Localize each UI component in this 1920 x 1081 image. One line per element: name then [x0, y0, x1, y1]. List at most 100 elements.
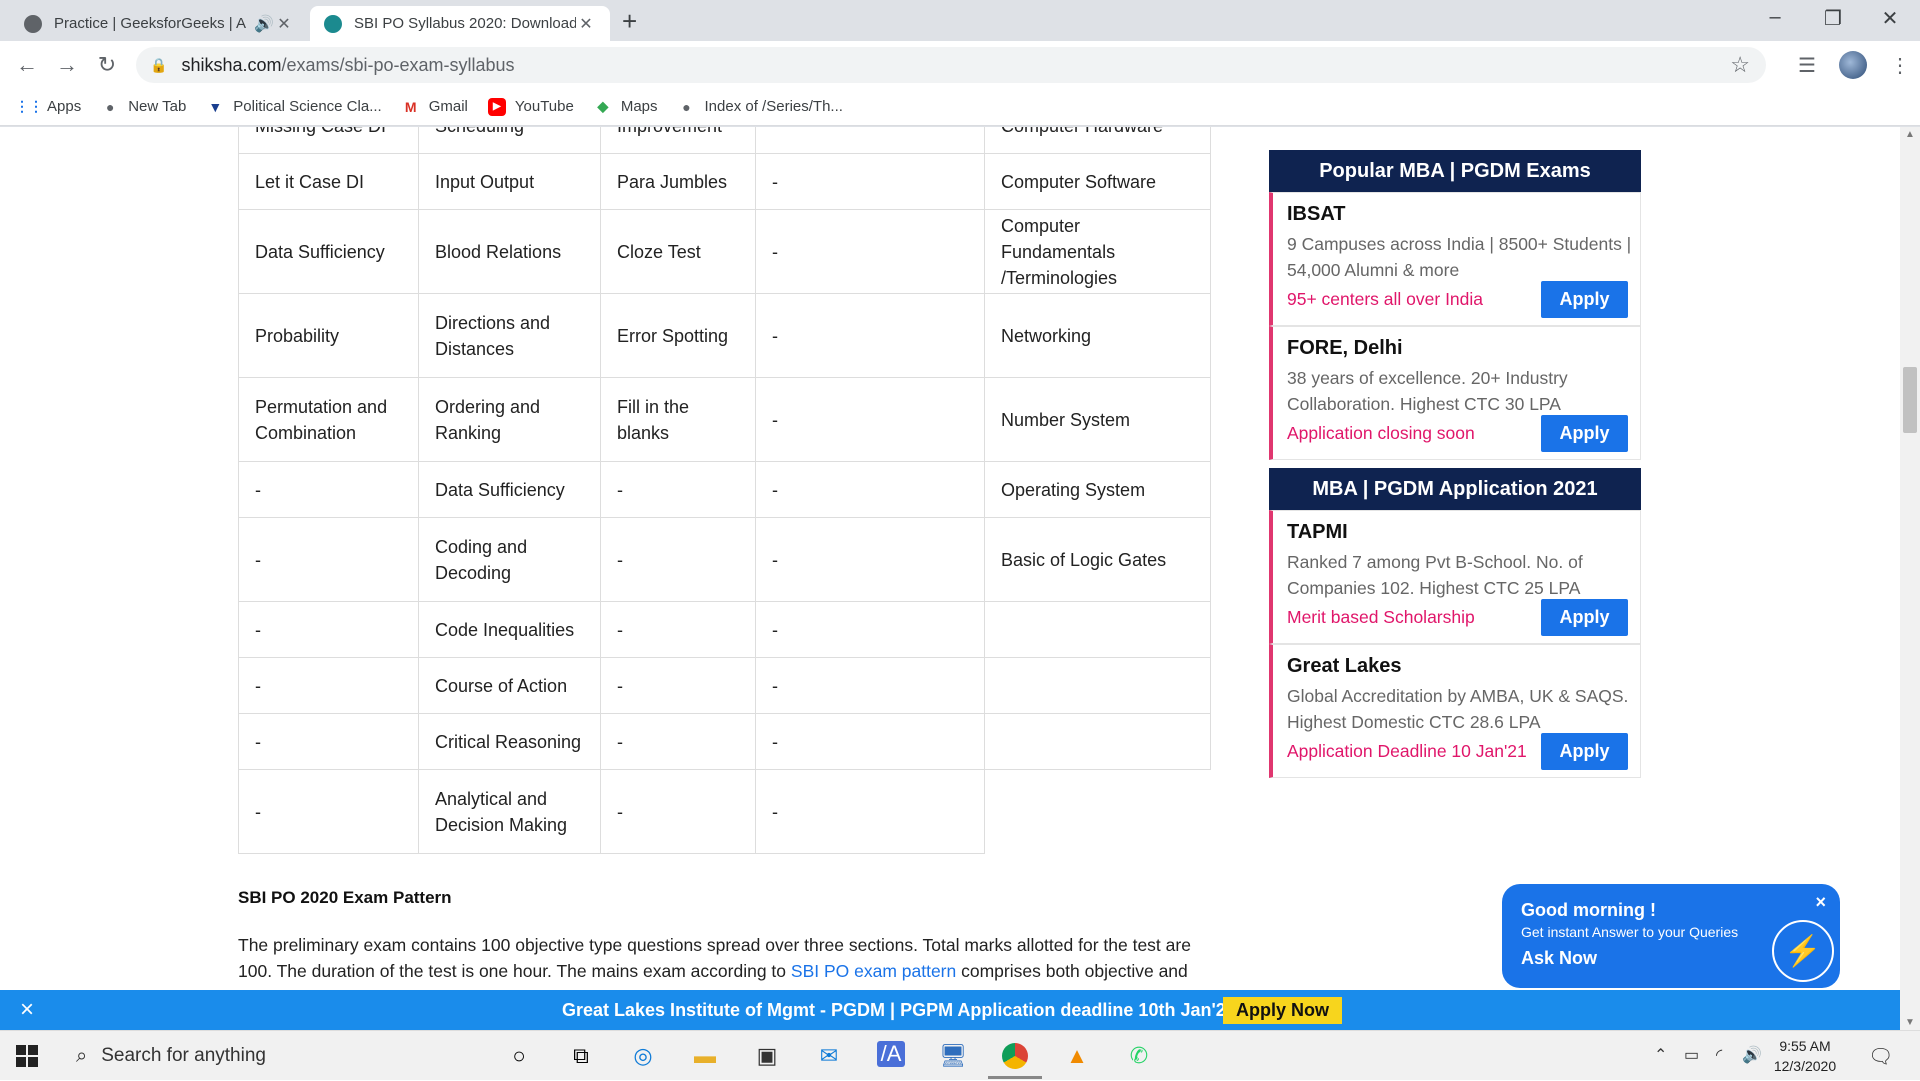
computer-icon[interactable]: 🖥 [936, 1041, 970, 1071]
battery-icon[interactable]: ▭ [1684, 1045, 1699, 1065]
scrollbar-thumb[interactable] [1903, 367, 1917, 433]
tab-geeksforgeeks[interactable]: Practice | GeeksforGeeks | A 🔊 ✕ [10, 6, 308, 41]
college-card[interactable]: FORE, Delhi 38 years of excellence. 20+ I… [1269, 326, 1641, 460]
profile-avatar[interactable] [1839, 51, 1867, 79]
chat-greeting: Good morning ! [1521, 900, 1656, 920]
bookmark-apps[interactable]: ⋮⋮ Apps [15, 98, 81, 116]
file-explorer-icon[interactable]: ▬ [688, 1041, 722, 1071]
clock-date: 12/3/2020 [1773, 1058, 1837, 1074]
bookmark-gmail[interactable]: M Gmail [402, 98, 468, 116]
banner-close-icon[interactable]: × [20, 996, 34, 1024]
minimize-button[interactable]: – [1745, 6, 1805, 29]
table-row: Permutation and Combination Ordering and … [238, 377, 1211, 462]
chat-subtitle: Get instant Answer to your Queries [1521, 924, 1739, 940]
forward-arrow-icon[interactable]: → [52, 50, 82, 80]
bookmark-new-tab[interactable]: ● New Tab [101, 98, 186, 116]
college-card[interactable]: Great Lakes Global Accreditation by AMBA,… [1269, 644, 1641, 778]
college-card[interactable]: IBSAT 9 Campuses across India | 8500+ Stu… [1269, 192, 1641, 326]
address-bar[interactable]: 🔒 shiksha.com/exams/sbi-po-exam-syllabus… [136, 47, 1766, 83]
maximize-button[interactable]: ❐ [1803, 6, 1863, 31]
bookmark-star-icon[interactable]: ☆ [1730, 52, 1750, 78]
tab-sbi-po-syllabus[interactable]: SBI PO Syllabus 2020: Download ✕ [310, 6, 610, 41]
bookmark-political-science[interactable]: ▼ Political Science Cla... [206, 98, 381, 116]
bookmark-maps[interactable]: ◆ Maps [594, 98, 657, 116]
apps-grid-icon: ⋮⋮ [15, 98, 43, 114]
chat-widget[interactable]: Good morning ! Get instant Answer to you… [1502, 884, 1840, 988]
table-cell: Operating System [984, 461, 1211, 518]
table-cell: - [600, 713, 756, 770]
menu-kebab-icon[interactable]: ⋮ [1890, 53, 1910, 78]
apply-button[interactable]: Apply [1541, 281, 1628, 318]
table-cell: Cloze Test [600, 209, 756, 294]
lock-icon: 🔒 [150, 56, 168, 73]
notification-icon[interactable]: 🗨 [1868, 1044, 1893, 1069]
bookmark-index-series[interactable]: ● Index of /Series/Th... [678, 98, 843, 116]
speaker-icon[interactable]: 🔊 [254, 14, 274, 34]
page-scrollbar[interactable]: ▲ ▼ [1900, 127, 1920, 1030]
table-cell: Error Spotting [600, 293, 756, 378]
table-row: Probability Directions and Distances Error… [238, 293, 1211, 378]
college-description: 9 Campuses across India | 8500+ Students… [1287, 234, 1632, 280]
store-icon[interactable]: ▣ [750, 1041, 784, 1071]
sidebar-heading: Popular MBA | PGDM Exams [1269, 150, 1641, 192]
apply-button[interactable]: Apply [1541, 415, 1628, 452]
table-cell [984, 713, 1211, 770]
table-cell: - [600, 657, 756, 714]
apply-button[interactable]: Apply [1541, 733, 1628, 770]
chat-close-icon[interactable]: × [1815, 892, 1826, 913]
apply-button[interactable]: Apply [1541, 599, 1628, 636]
wifi-icon[interactable]: ◜ [1716, 1045, 1722, 1065]
windows-start-icon[interactable] [16, 1045, 38, 1067]
table-cell: Number System [984, 377, 1211, 462]
app-icon[interactable]: /A [877, 1041, 905, 1067]
chrome-icon[interactable] [988, 1041, 1042, 1079]
table-cell: - [600, 769, 756, 854]
table-cell: Basic of Logic Gates [984, 517, 1211, 602]
ask-now-button[interactable]: Ask Now [1521, 948, 1597, 969]
mail-icon[interactable]: ✉ [812, 1041, 846, 1071]
table-cell: - [755, 209, 985, 294]
cortana-icon[interactable]: ○ [502, 1041, 536, 1071]
task-view-icon[interactable]: ⧉ [564, 1041, 598, 1071]
table-cell: - [755, 153, 985, 210]
scroll-up-arrow-icon[interactable]: ▲ [1900, 129, 1920, 140]
taskbar-clock[interactable]: 9:55 AM 12/3/2020 [1765, 1036, 1845, 1076]
vlc-icon[interactable]: ▲ [1060, 1041, 1094, 1071]
apply-now-button[interactable]: Apply Now [1223, 997, 1342, 1024]
table-cell: - [755, 713, 985, 770]
table-cell [755, 127, 985, 154]
college-name[interactable]: Great Lakes [1287, 655, 1402, 678]
table-cell: Directions and Distances [418, 293, 601, 378]
globe-icon: ● [105, 98, 115, 115]
sbi-po-exam-pattern-link[interactable]: SBI PO exam pattern [791, 961, 956, 981]
table-row: Missing Case DISchedulingImprovement Comp… [238, 127, 1211, 154]
taskbar-search-box[interactable]: ⌕ Search for anything [62, 1031, 473, 1081]
college-name[interactable]: TAPMI [1287, 521, 1348, 544]
url-host: shiksha.com [181, 54, 282, 75]
tab-close-icon[interactable]: ✕ [576, 14, 596, 34]
shiksha-favicon-icon [324, 14, 342, 33]
tab-close-icon[interactable]: ✕ [274, 14, 294, 34]
scroll-down-arrow-icon[interactable]: ▼ [1900, 1017, 1920, 1028]
show-hidden-icons-icon[interactable]: ⌃ [1654, 1045, 1667, 1065]
volume-icon[interactable]: 🔊 [1742, 1045, 1762, 1065]
close-window-button[interactable]: ✕ [1860, 6, 1920, 31]
whatsapp-icon[interactable]: ✆ [1122, 1041, 1156, 1071]
college-card[interactable]: TAPMI Ranked 7 among Pvt B-School. No. of… [1269, 510, 1641, 644]
table-row: - Code Inequalities - - [238, 601, 1211, 658]
table-cell: - [600, 601, 756, 658]
back-arrow-icon[interactable]: ← [12, 50, 42, 80]
banner-text[interactable]: Great Lakes Institute of Mgmt - PGDM | P… [562, 1000, 1236, 1021]
table-cell: Computer Fundamentals /Terminologies [984, 209, 1211, 294]
college-note: Application closing soon [1287, 423, 1475, 443]
reload-icon[interactable]: ↻ [92, 50, 122, 80]
college-name[interactable]: IBSAT [1287, 203, 1346, 226]
lightning-bolt-icon[interactable]: ⚡ [1772, 920, 1834, 982]
bookmark-youtube[interactable]: ▶ YouTube [487, 97, 574, 116]
new-tab-button[interactable]: + [622, 6, 637, 37]
college-name[interactable]: FORE, Delhi [1287, 337, 1403, 360]
taskbar-search-placeholder: Search for anything [101, 1045, 266, 1066]
media-control-icon[interactable]: ☰ [1798, 53, 1816, 78]
edge-icon[interactable]: ◎ [626, 1041, 660, 1071]
table-cell: - [600, 461, 756, 518]
